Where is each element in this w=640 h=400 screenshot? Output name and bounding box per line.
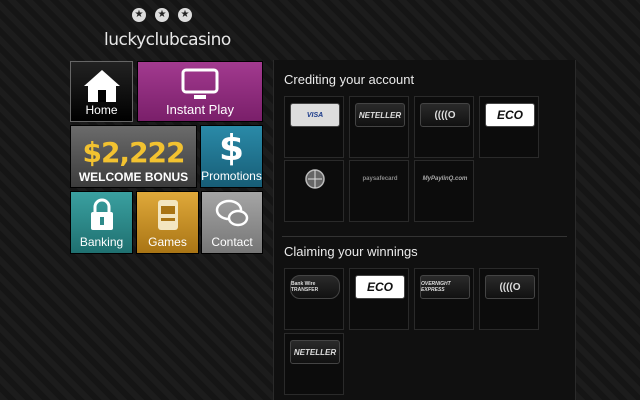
logo-text: luckyclubcasino [104,30,231,50]
speech-bubbles-icon [215,199,249,227]
slot-machine-icon [157,200,178,230]
ecocard-logo: ECO [355,275,405,299]
payment-paysafecard[interactable]: paysafecard [349,160,409,222]
games-label: Games [148,235,187,249]
withdraw-overnight-express[interactable]: OVERNIGHT EXPRESS [414,268,474,330]
instant-play-button[interactable]: Instant Play [137,61,263,122]
banking-label: Banking [79,235,124,249]
neteller-logo: NETELLER [290,340,340,364]
neteller-logo: NETELLER [355,103,405,127]
claiming-title: Claiming your winnings [284,244,418,259]
house-icon [83,70,120,102]
mypaylinq-logo: MyPaylinQ.com [422,176,468,182]
section-divider [282,236,567,237]
crediting-title: Crediting your account [284,72,415,87]
withdraw-ukash[interactable]: ((((O [479,268,539,330]
star-icon: ★ [155,8,169,22]
instant-play-label: Instant Play [166,102,234,117]
visa-logo: VISA [290,103,340,127]
home-label: Home [85,103,118,117]
paysafecard-logo: paysafecard [362,176,398,182]
payment-globe[interactable] [284,160,344,222]
overnight-express-logo: OVERNIGHT EXPRESS [420,275,470,299]
withdraw-bank-wire[interactable]: Bank Wire TRANSFER [284,268,344,330]
lock-icon [90,198,113,230]
games-button[interactable]: Games [136,191,199,254]
withdraw-neteller[interactable]: NETELLER [284,333,344,395]
bonus-amount: $2,222 [82,136,185,169]
welcome-bonus-banner[interactable]: $2,222 WELCOME BONUS [70,125,197,188]
payment-credit-cards[interactable]: VISA [284,96,344,158]
promotions-label: Promotions [201,169,262,183]
star-icon: ★ [178,8,192,22]
ukash-logo: ((((O [485,275,535,299]
payment-ecocard[interactable]: ECO [479,96,539,158]
ecocard-logo: ECO [485,103,535,127]
payment-ukash[interactable]: ((((O [414,96,474,158]
globe-icon [290,167,340,191]
logo-stars: ★ ★ ★ [132,8,192,22]
banking-button[interactable]: Banking [70,191,133,254]
contact-button[interactable]: Contact [201,191,263,254]
dollar-icon: $ [218,128,245,169]
promotions-button[interactable]: $ Promotions [200,125,263,188]
star-icon: ★ [132,8,146,22]
bank-wire-logo: Bank Wire TRANSFER [290,275,340,299]
casino-logo[interactable]: ★ ★ ★ luckyclubcasino [104,8,232,50]
contact-label: Contact [211,235,253,249]
payment-neteller[interactable]: NETELLER [349,96,409,158]
payment-methods-panel: Crediting your account VISA NETELLER (((… [273,60,576,400]
home-button[interactable]: Home [70,61,133,122]
payment-mypaylinq[interactable]: MyPaylinQ.com [414,160,474,222]
withdraw-ecocard[interactable]: ECO [349,268,409,330]
monitor-icon [181,68,219,99]
bonus-text: WELCOME BONUS [78,170,189,184]
ukash-logo: ((((O [420,103,470,127]
